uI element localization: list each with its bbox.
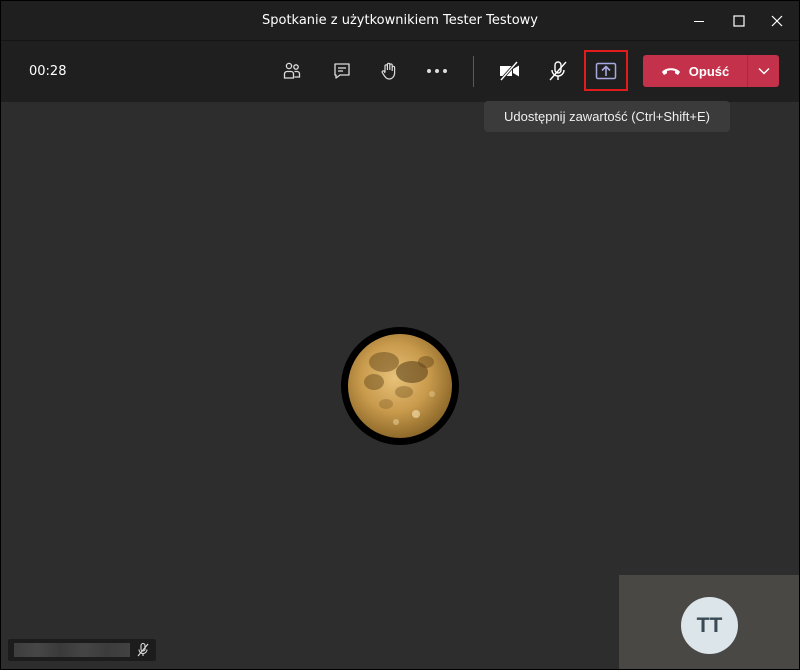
- more-icon: [427, 69, 447, 73]
- leave-call-control: Opuść: [643, 55, 779, 87]
- raise-hand-button[interactable]: [369, 51, 409, 91]
- call-toolbar: 00:28 Opuść: [1, 40, 799, 102]
- self-avatar-initials: TT: [681, 597, 738, 654]
- toolbar-divider: [473, 56, 474, 87]
- share-tray-icon: [595, 62, 617, 79]
- participant-name-tag: [8, 639, 156, 661]
- share-content-button[interactable]: [584, 50, 628, 91]
- title-bar: Spotkanie z użytkownikiem Tester Testowy: [1, 1, 799, 40]
- mic-toggle-button[interactable]: [538, 51, 578, 91]
- teams-call-window: Spotkanie z użytkownikiem Tester Testowy…: [1, 1, 799, 669]
- close-button[interactable]: [754, 1, 799, 40]
- chat-icon: [334, 63, 350, 79]
- name-redacted-blur: [14, 643, 130, 657]
- self-view-tile: TT: [619, 575, 799, 669]
- more-actions-button[interactable]: [417, 51, 457, 91]
- call-timer: 00:28: [29, 64, 67, 79]
- mic-off-icon: [549, 61, 567, 81]
- close-icon: [771, 15, 783, 26]
- participant-avatar: [341, 327, 459, 445]
- moon-avatar-image: [348, 334, 452, 438]
- leave-button[interactable]: Opuść: [643, 55, 747, 87]
- hand-icon: [381, 62, 396, 80]
- camera-toggle-button[interactable]: [490, 51, 530, 91]
- chat-button[interactable]: [322, 51, 362, 91]
- camera-off-icon: [499, 61, 519, 81]
- participants-button[interactable]: [272, 51, 312, 91]
- chevron-down-icon: [757, 67, 770, 75]
- share-tooltip: Udostępnij zawartość (Ctrl+Shift+E): [484, 101, 730, 132]
- maximize-icon: [733, 14, 745, 27]
- leave-label: Opuść: [688, 63, 730, 79]
- muted-mic-icon: [137, 642, 149, 657]
- phone-hangup-icon: [661, 68, 680, 75]
- people-icon: [283, 62, 301, 79]
- minimize-icon: [694, 20, 704, 22]
- leave-options-button[interactable]: [748, 55, 779, 87]
